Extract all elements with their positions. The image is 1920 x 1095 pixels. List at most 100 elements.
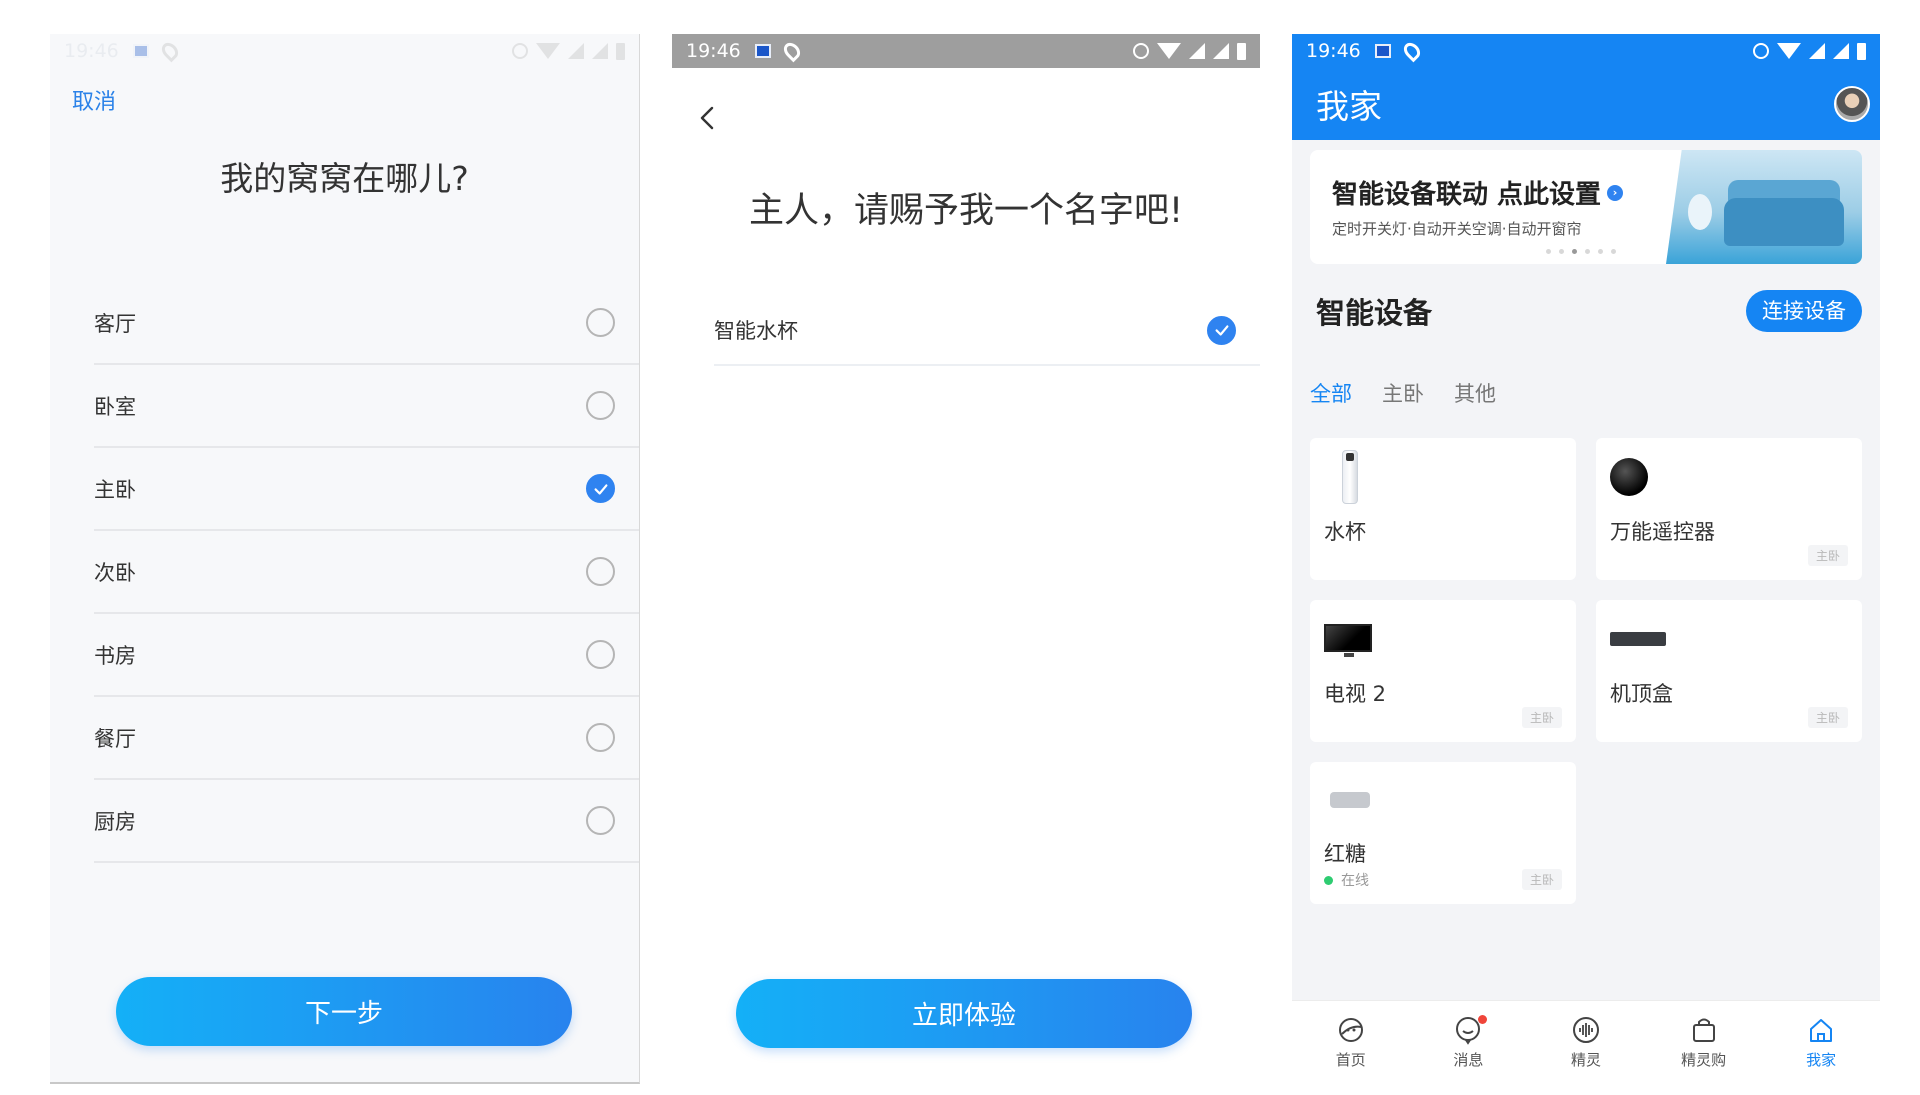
tv-icon: [1324, 624, 1372, 657]
check-icon: [594, 483, 607, 495]
location-icon: [158, 39, 182, 63]
alarm-icon: [512, 43, 528, 59]
naming-screen: 19:46 主人，请赐予我一个名字吧! 智能水杯 立即体验: [672, 34, 1260, 1084]
room-tag: 主卧: [1807, 545, 1848, 566]
page-title: 主人，请赐予我一个名字吧!: [748, 191, 1184, 231]
room-option[interactable]: 餐厅: [94, 697, 639, 780]
room-tag: 主卧: [1521, 869, 1562, 890]
room-option[interactable]: 客厅: [94, 282, 639, 365]
radio-button-selected[interactable]: [1207, 315, 1236, 345]
device-card-remote[interactable]: 万能遥控器 主卧: [1596, 438, 1862, 580]
wifi-icon: [536, 43, 560, 59]
status-bar: 19:46: [1292, 34, 1880, 68]
status-text: 在线: [1341, 873, 1369, 889]
room-option[interactable]: 主卧: [94, 448, 639, 531]
page-title: 我的窝窝在哪儿?: [220, 159, 469, 198]
tab-label: 精灵购: [1681, 1051, 1727, 1069]
device-card-cup[interactable]: 水杯: [1310, 438, 1576, 580]
room-option[interactable]: 厨房: [94, 780, 639, 863]
room-tag: 主卧: [1807, 707, 1848, 728]
banner-title-text: 智能设备联动 点此设置: [1332, 180, 1602, 210]
device-card-hongtang[interactable]: 红糖 在线 主卧: [1310, 762, 1576, 904]
cancel-link[interactable]: 取消: [72, 84, 116, 116]
status-bar: 19:46: [672, 34, 1260, 68]
device-name: 电视 2: [1324, 682, 1387, 706]
carousel-dot: [1559, 249, 1564, 254]
tab-home[interactable]: 首页: [1292, 1001, 1410, 1084]
room-selection-screen: 19:46 取消 我的窝窝在哪儿? 客厅 卧室 主卧 次卧 书房 餐厅 厨房 下…: [50, 34, 640, 1084]
wifi-icon: [1157, 43, 1181, 59]
promo-banner[interactable]: 智能设备联动 点此设置 › 定时开关灯·自动开关空调·自动开窗帘: [1310, 150, 1862, 264]
try-now-button[interactable]: 立即体验: [736, 979, 1192, 1048]
radio-button[interactable]: [586, 806, 615, 835]
device-name: 水杯: [1324, 520, 1366, 544]
carousel-dot: [1611, 249, 1616, 254]
bottom-tab-bar: 首页 消息 精灵 精灵购 我家: [1292, 1000, 1880, 1084]
tab-genie-shop[interactable]: 精灵购: [1645, 1001, 1763, 1084]
tab-master-bedroom[interactable]: 主卧: [1382, 378, 1424, 408]
voice-icon: [1572, 1017, 1599, 1043]
tab-all[interactable]: 全部: [1310, 378, 1352, 408]
device-card-tv[interactable]: 电视 2 主卧: [1310, 600, 1576, 742]
home-planet-icon: [1338, 1018, 1363, 1042]
banner-subtitle: 定时开关灯·自动开关空调·自动开窗帘: [1332, 220, 1582, 238]
cup-icon: [1342, 450, 1358, 504]
room-option[interactable]: 次卧: [94, 531, 639, 614]
tab-genie[interactable]: 精灵: [1527, 1001, 1645, 1084]
tab-my-home[interactable]: 我家: [1762, 1001, 1880, 1084]
radio-button[interactable]: [586, 308, 615, 337]
room-label: 次卧: [94, 560, 136, 585]
notification-icon: [754, 44, 771, 58]
status-time: 19:46: [64, 40, 119, 62]
connect-device-button[interactable]: 连接设备: [1746, 290, 1862, 332]
banner-title: 智能设备联动 点此设置 ›: [1332, 174, 1624, 211]
tab-label: 我家: [1806, 1051, 1837, 1069]
signal-icon: [1189, 43, 1205, 59]
room-list: 客厅 卧室 主卧 次卧 书房 餐厅 厨房: [94, 282, 639, 863]
next-step-button[interactable]: 下一步: [116, 977, 572, 1046]
notification-icon: [132, 44, 149, 58]
alarm-icon: [1133, 43, 1149, 59]
radio-button[interactable]: [586, 391, 615, 420]
header-title-row: 我家: [1292, 68, 1880, 140]
tab-messages[interactable]: 消息: [1410, 1001, 1528, 1084]
name-option-label: 智能水杯: [714, 319, 798, 343]
arrow-right-icon: ›: [1607, 184, 1624, 201]
signal-icon: [592, 43, 608, 59]
room-label: 餐厅: [94, 726, 136, 751]
radio-button[interactable]: [586, 723, 615, 752]
radio-button[interactable]: [586, 640, 615, 669]
check-icon: [1215, 325, 1228, 336]
back-chevron-icon[interactable]: [694, 100, 722, 136]
tab-other[interactable]: 其他: [1454, 378, 1496, 408]
status-bar: 19:46: [50, 34, 639, 68]
avatar[interactable]: [1834, 86, 1870, 122]
room-label: 主卧: [94, 477, 136, 502]
living-room-image: [1666, 150, 1862, 264]
signal-icon: [1809, 43, 1825, 59]
notification-icon: [1374, 44, 1391, 58]
signal-icon: [1213, 43, 1229, 59]
room-option[interactable]: 卧室: [94, 365, 639, 448]
online-dot-icon: [1324, 875, 1333, 885]
tab-label: 首页: [1335, 1051, 1366, 1069]
tab-label: 消息: [1453, 1051, 1484, 1069]
shopping-bag-icon: [1692, 1018, 1715, 1042]
room-option[interactable]: 书房: [94, 614, 639, 697]
battery-icon: [1857, 42, 1866, 60]
settop-box-icon: [1610, 632, 1666, 646]
device-name: 红糖: [1324, 842, 1366, 866]
radio-button[interactable]: [586, 557, 615, 586]
room-label: 客厅: [94, 311, 136, 336]
device-filter-tabs: 全部 主卧 其他: [1310, 378, 1496, 408]
device-card-settop-box[interactable]: 机顶盒 主卧: [1596, 600, 1862, 742]
online-status: 在线: [1324, 870, 1369, 890]
devices-section-header: 智能设备 连接设备: [1316, 290, 1862, 332]
alarm-icon: [1753, 43, 1769, 59]
radio-button-selected[interactable]: [586, 474, 615, 503]
wifi-icon: [1777, 43, 1801, 59]
remote-icon: [1610, 458, 1648, 496]
house-icon: [1810, 1019, 1833, 1042]
name-option[interactable]: 智能水杯: [714, 296, 1260, 366]
section-title: 智能设备: [1316, 296, 1433, 330]
